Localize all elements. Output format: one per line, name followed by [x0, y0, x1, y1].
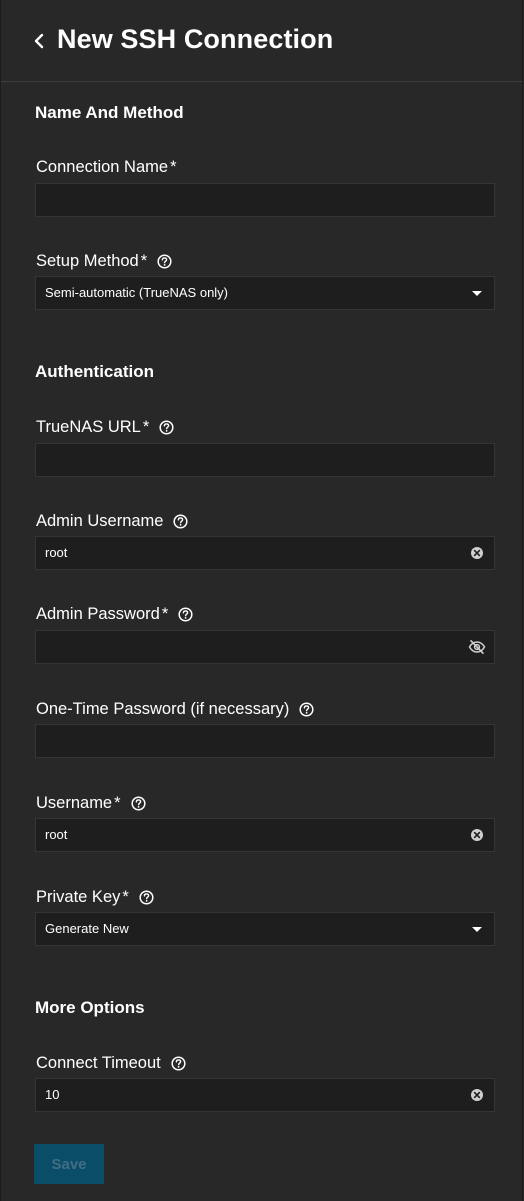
admin-password-field[interactable] [35, 630, 495, 664]
help-icon[interactable] [130, 796, 146, 811]
admin-username-label-text: Admin Username [36, 512, 164, 530]
visibility-off-icon[interactable] [468, 639, 486, 655]
page-title: New SSH Connection [57, 24, 334, 54]
otp-label-text: One-Time Password (if necessary) [36, 700, 290, 718]
admin-password-label-text: Admin Password [36, 605, 160, 623]
connect-timeout-label: Connect Timeout [36, 1054, 186, 1073]
private-key-label: Private Key * [36, 888, 154, 907]
clear-icon[interactable] [470, 1088, 484, 1102]
required-marker: * [114, 794, 121, 812]
help-icon[interactable] [173, 514, 189, 529]
clear-icon[interactable] [470, 546, 484, 560]
setup-method-label: Setup Method * [36, 252, 172, 271]
otp-input[interactable] [36, 725, 494, 757]
required-marker: * [140, 252, 148, 270]
help-icon[interactable] [159, 420, 174, 435]
username-label: Username * [36, 794, 146, 813]
help-icon[interactable] [299, 702, 314, 717]
required-marker: * [161, 605, 169, 623]
help-icon[interactable] [178, 607, 193, 622]
help-icon[interactable] [157, 254, 172, 269]
required-marker: * [122, 888, 129, 906]
setup-method-select[interactable]: Semi-automatic (TrueNAS only) [35, 276, 495, 310]
truenas-url-input[interactable] [36, 444, 494, 476]
section-title-more-options: More Options [35, 998, 145, 1017]
setup-method-value: Semi-automatic (TrueNAS only) [45, 285, 229, 300]
required-marker: * [170, 158, 177, 176]
admin-username-value[interactable]: root [45, 537, 67, 569]
admin-username-field[interactable]: root [35, 536, 495, 570]
connection-name-field[interactable] [35, 183, 495, 217]
username-label-text: Username [36, 794, 113, 812]
admin-password-label: Admin Password * [36, 605, 193, 624]
truenas-url-field[interactable] [35, 443, 495, 477]
connection-name-input[interactable] [36, 184, 494, 216]
connect-timeout-value[interactable]: 10 [45, 1079, 59, 1111]
connect-timeout-field[interactable]: 10 [35, 1078, 495, 1112]
truenas-url-label: TrueNAS URL * [36, 418, 174, 437]
form-panel: New SSH Connection Name And Method Conne… [0, 0, 523, 1201]
dropdown-arrow-icon[interactable] [472, 291, 482, 296]
username-value[interactable]: root [45, 819, 67, 851]
section-title-authentication: Authentication [35, 362, 154, 381]
back-chevron-icon[interactable] [29, 27, 49, 55]
clear-icon[interactable] [470, 828, 484, 842]
private-key-select[interactable]: Generate New [35, 912, 495, 946]
otp-field[interactable] [35, 724, 495, 758]
private-key-value: Generate New [45, 921, 129, 936]
connect-timeout-label-text: Connect Timeout [36, 1054, 161, 1072]
page-header: New SSH Connection [1, 0, 522, 82]
admin-password-input[interactable] [36, 631, 494, 663]
section-title-name-method: Name And Method [35, 103, 184, 122]
help-icon[interactable] [171, 1056, 186, 1071]
dropdown-arrow-icon[interactable] [472, 927, 482, 932]
save-button[interactable]: Save [34, 1144, 104, 1184]
truenas-url-label-text: TrueNAS URL [36, 418, 141, 436]
connection-name-label-text: Connection Name [36, 158, 169, 176]
help-icon[interactable] [139, 890, 154, 905]
admin-username-label: Admin Username [36, 512, 189, 531]
connection-name-label: Connection Name * [36, 158, 177, 177]
otp-label: One-Time Password (if necessary) [36, 700, 314, 719]
username-field[interactable]: root [35, 818, 495, 852]
setup-method-label-text: Setup Method [36, 252, 139, 270]
required-marker: * [142, 418, 150, 436]
private-key-label-text: Private Key [36, 888, 121, 906]
